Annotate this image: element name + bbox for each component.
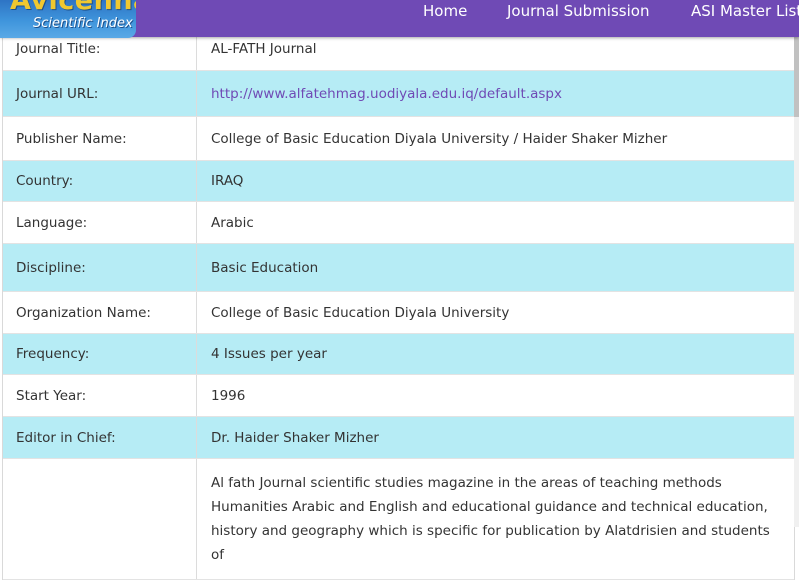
- value-country: IRAQ: [211, 173, 244, 189]
- journal-url-link[interactable]: http://www.alfatehmag.uodiyala.edu.iq/de…: [211, 86, 562, 102]
- value-frequency: 4 Issues per year: [211, 346, 327, 362]
- label-frequency: Frequency:: [3, 334, 197, 374]
- label-journal-url: Journal URL:: [3, 71, 197, 116]
- label-organization-name: Organization Name:: [3, 292, 197, 333]
- row-discipline: Discipline: Basic Education: [3, 244, 794, 292]
- row-editor-in-chief: Editor in Chief: Dr. Haider Shaker Mizhe…: [3, 417, 794, 459]
- value-description: Al fath Journal scientific studies magaz…: [211, 475, 770, 563]
- value-start-year: 1996: [211, 387, 246, 404]
- label-publisher-name: Publisher Name:: [3, 117, 197, 160]
- row-start-year: Start Year: 1996: [3, 375, 794, 417]
- label-description: [3, 459, 197, 579]
- value-organization-name: College of Basic Education Diyala Univer…: [211, 304, 510, 321]
- value-language: Arabic: [211, 214, 254, 231]
- journal-info-table: Journal Title: AL-FATH Journal Journal U…: [2, 28, 795, 580]
- scrollbar-thumb[interactable]: [794, 37, 799, 117]
- avicenna-logo[interactable]: Avicenna Scientific Index: [0, 0, 136, 38]
- row-language: Language: Arabic: [3, 202, 794, 244]
- row-publisher-name: Publisher Name: College of Basic Educati…: [3, 117, 794, 161]
- row-organization-name: Organization Name: College of Basic Educ…: [3, 292, 794, 334]
- label-editor-in-chief: Editor in Chief:: [3, 417, 197, 458]
- value-publisher-name: College of Basic Education Diyala Univer…: [211, 130, 668, 147]
- label-country: Country:: [3, 161, 197, 201]
- label-language: Language:: [3, 202, 197, 243]
- nav-journal-submission[interactable]: Journal Submission: [507, 2, 649, 20]
- page-scrollbar[interactable]: [794, 37, 799, 527]
- row-country: Country: IRAQ: [3, 161, 794, 202]
- value-editor-in-chief: Dr. Haider Shaker Mizher: [211, 429, 379, 446]
- nav-home[interactable]: Home: [423, 2, 467, 20]
- logo-title: Avicenna: [10, 0, 136, 16]
- row-description: Al fath Journal scientific studies magaz…: [3, 459, 794, 580]
- row-frequency: Frequency: 4 Issues per year: [3, 334, 794, 375]
- row-journal-url: Journal URL: http://www.alfatehmag.uodiy…: [3, 71, 794, 117]
- nav-asi-master-list[interactable]: ASI Master List: [691, 2, 799, 20]
- value-discipline: Basic Education: [211, 259, 319, 276]
- logo-subtitle: Scientific Index: [33, 16, 133, 31]
- label-discipline: Discipline:: [3, 244, 197, 291]
- label-start-year: Start Year:: [3, 375, 197, 416]
